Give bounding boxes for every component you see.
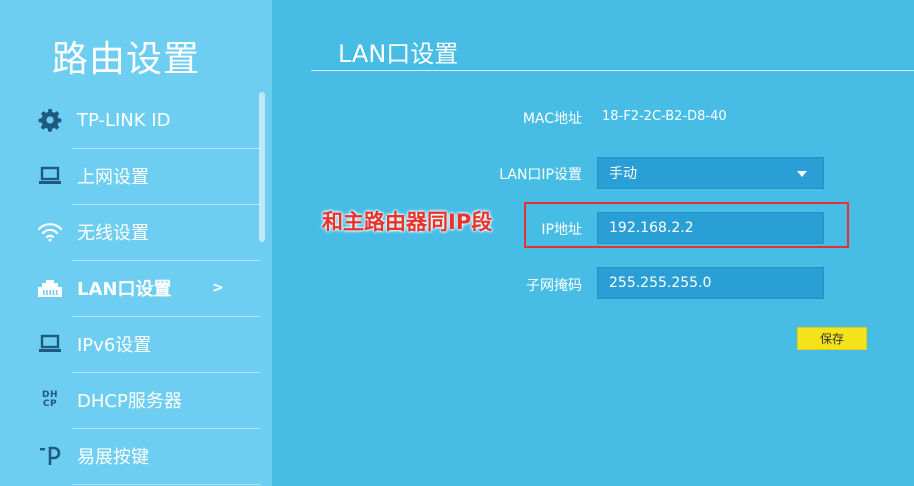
ip-address-value: 192.168.2.2 <box>609 220 694 236</box>
sidebar-item-dhcp[interactable]: DH CP DHCP服务器 <box>36 372 260 428</box>
subnet-mask-value: 255.255.255.0 <box>609 275 712 291</box>
laptop-icon <box>36 162 64 190</box>
sidebar-item-easy-mesh[interactable]: 易展按键 <box>36 428 260 484</box>
lan-ip-mode-label: LAN口IP设置 <box>499 167 582 183</box>
sidebar-item-internet[interactable]: 上网设置 <box>36 148 260 204</box>
divider <box>72 484 261 485</box>
sidebar-item-label: 上网设置 <box>77 167 149 188</box>
lan-ip-mode-value: 手动 <box>609 166 637 182</box>
sidebar-item-label: 易展按键 <box>77 447 149 468</box>
save-button[interactable]: 保存 <box>797 327 867 350</box>
sidebar-item-label: IPv6设置 <box>77 335 152 356</box>
sidebar-item-label: DHCP服务器 <box>77 391 182 412</box>
sidebar-scrollbar[interactable] <box>259 92 265 242</box>
chevron-right-icon: > <box>212 280 224 296</box>
wifi-icon <box>36 218 64 246</box>
title-divider <box>311 70 914 71</box>
gear-icon <box>36 106 64 134</box>
page-title: LAN口设置 <box>338 40 459 68</box>
sidebar-item-label: 无线设置 <box>77 223 149 244</box>
sidebar-item-tplink-id[interactable]: TP-LINK ID <box>36 92 260 148</box>
lan-ip-mode-select[interactable]: 手动 <box>597 157 824 189</box>
mac-value: 18-F2-2C-B2-D8-40 <box>602 109 727 124</box>
sidebar-title: 路由设置 <box>52 39 201 80</box>
ip-address-label: IP地址 <box>541 222 582 238</box>
subnet-mask-label: 子网掩码 <box>526 278 582 294</box>
laptop-icon <box>36 330 64 358</box>
sidebar-item-label: TP-LINK ID <box>77 109 171 131</box>
sidebar: 路由设置 TP-LINK ID 上网设置 无线设置 LAN口设置 > IPv6设… <box>0 0 272 486</box>
caret-down-icon <box>797 171 807 177</box>
sidebar-item-lan[interactable]: LAN口设置 > <box>36 260 260 316</box>
ip-address-input[interactable]: 192.168.2.2 <box>597 212 824 244</box>
sidebar-item-ipv6[interactable]: IPv6设置 <box>36 316 260 372</box>
ethernet-port-icon <box>36 274 64 302</box>
subnet-mask-input[interactable]: 255.255.255.0 <box>597 267 824 299</box>
easy-mesh-icon <box>36 442 64 470</box>
mac-label: MAC地址 <box>522 111 582 127</box>
sidebar-item-wireless[interactable]: 无线设置 <box>36 204 260 260</box>
sidebar-item-label: LAN口设置 <box>77 279 172 300</box>
dhcp-icon: DH CP <box>41 390 58 409</box>
